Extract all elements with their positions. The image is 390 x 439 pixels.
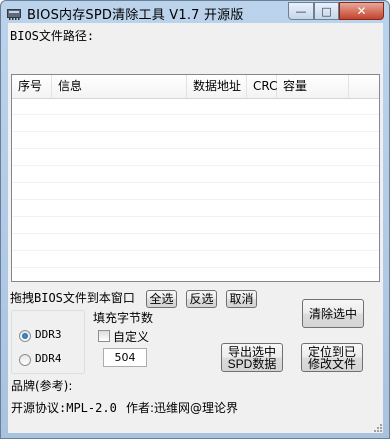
radio-ddr3-label: DDR3 (35, 328, 62, 341)
column-header-info[interactable]: 信息 (52, 75, 187, 98)
export-spd-line2: SPD数据 (227, 356, 277, 371)
spd-list-table[interactable]: 序号 信息 数据地址 CRC 容量 (11, 74, 380, 282)
author-label: 作者:迅维网@理论界 (126, 401, 239, 415)
minimize-icon: — (295, 4, 307, 18)
window-title: BIOS内存SPD清除工具 V1.7 开源版 (27, 8, 244, 23)
radio-ddr4-label: DDR4 (35, 352, 62, 365)
radio-ddr4[interactable] (19, 354, 31, 366)
bios-path-field[interactable] (10, 43, 380, 61)
cancel-selection-button[interactable]: 取消 (226, 290, 257, 308)
brand-label: 品牌(参考): (11, 379, 73, 393)
invert-selection-button[interactable]: 反选 (186, 290, 217, 308)
client-area: BIOS文件路径: 序号 信息 数据地址 CRC 容量 拖拽BIOS文件到本窗口… (8, 23, 383, 433)
table-body[interactable] (12, 98, 379, 281)
drag-drop-hint: 拖拽BIOS文件到本窗口 (10, 291, 135, 305)
column-header-capacity[interactable]: 容量 (277, 75, 349, 98)
table-header: 序号 信息 数据地址 CRC 容量 (12, 75, 379, 99)
custom-fill-checkbox[interactable] (98, 330, 110, 342)
maximize-icon: □ (321, 4, 332, 18)
select-all-button[interactable]: 全选 (146, 290, 177, 308)
column-header-crc[interactable]: CRC (247, 75, 278, 98)
app-window: BIOS内存SPD清除工具 V1.7 开源版 — □ ✕ BIOS文件路径: 序… (0, 0, 390, 439)
bios-path-label: BIOS文件路径: (10, 29, 95, 43)
export-spd-button[interactable]: 导出选中 SPD数据 (221, 343, 283, 372)
locate-modified-file-button[interactable]: 定位到已 修改文件 (301, 343, 363, 372)
radio-ddr3[interactable] (19, 330, 31, 342)
column-header-address[interactable]: 数据地址 (187, 75, 247, 98)
fill-bytes-input[interactable] (103, 348, 147, 367)
export-spd-line1: 导出选中 (227, 344, 276, 359)
locate-line1: 定位到已 (307, 344, 356, 359)
fill-bytes-label: 填充字节数 (93, 311, 154, 325)
close-icon: ✕ (356, 4, 367, 18)
column-header-index[interactable]: 序号 (12, 75, 52, 98)
resize-grip-icon[interactable] (371, 421, 383, 433)
close-button[interactable]: ✕ (339, 2, 384, 20)
locate-line2: 修改文件 (307, 356, 356, 371)
minimize-button[interactable]: — (288, 2, 314, 20)
license-label: 开源协议:MPL-2.0 (11, 401, 117, 415)
clear-selected-button[interactable]: 清除选中 (302, 299, 364, 328)
maximize-button[interactable]: □ (314, 2, 339, 20)
app-icon (7, 9, 21, 20)
custom-fill-label: 自定义 (113, 330, 150, 344)
